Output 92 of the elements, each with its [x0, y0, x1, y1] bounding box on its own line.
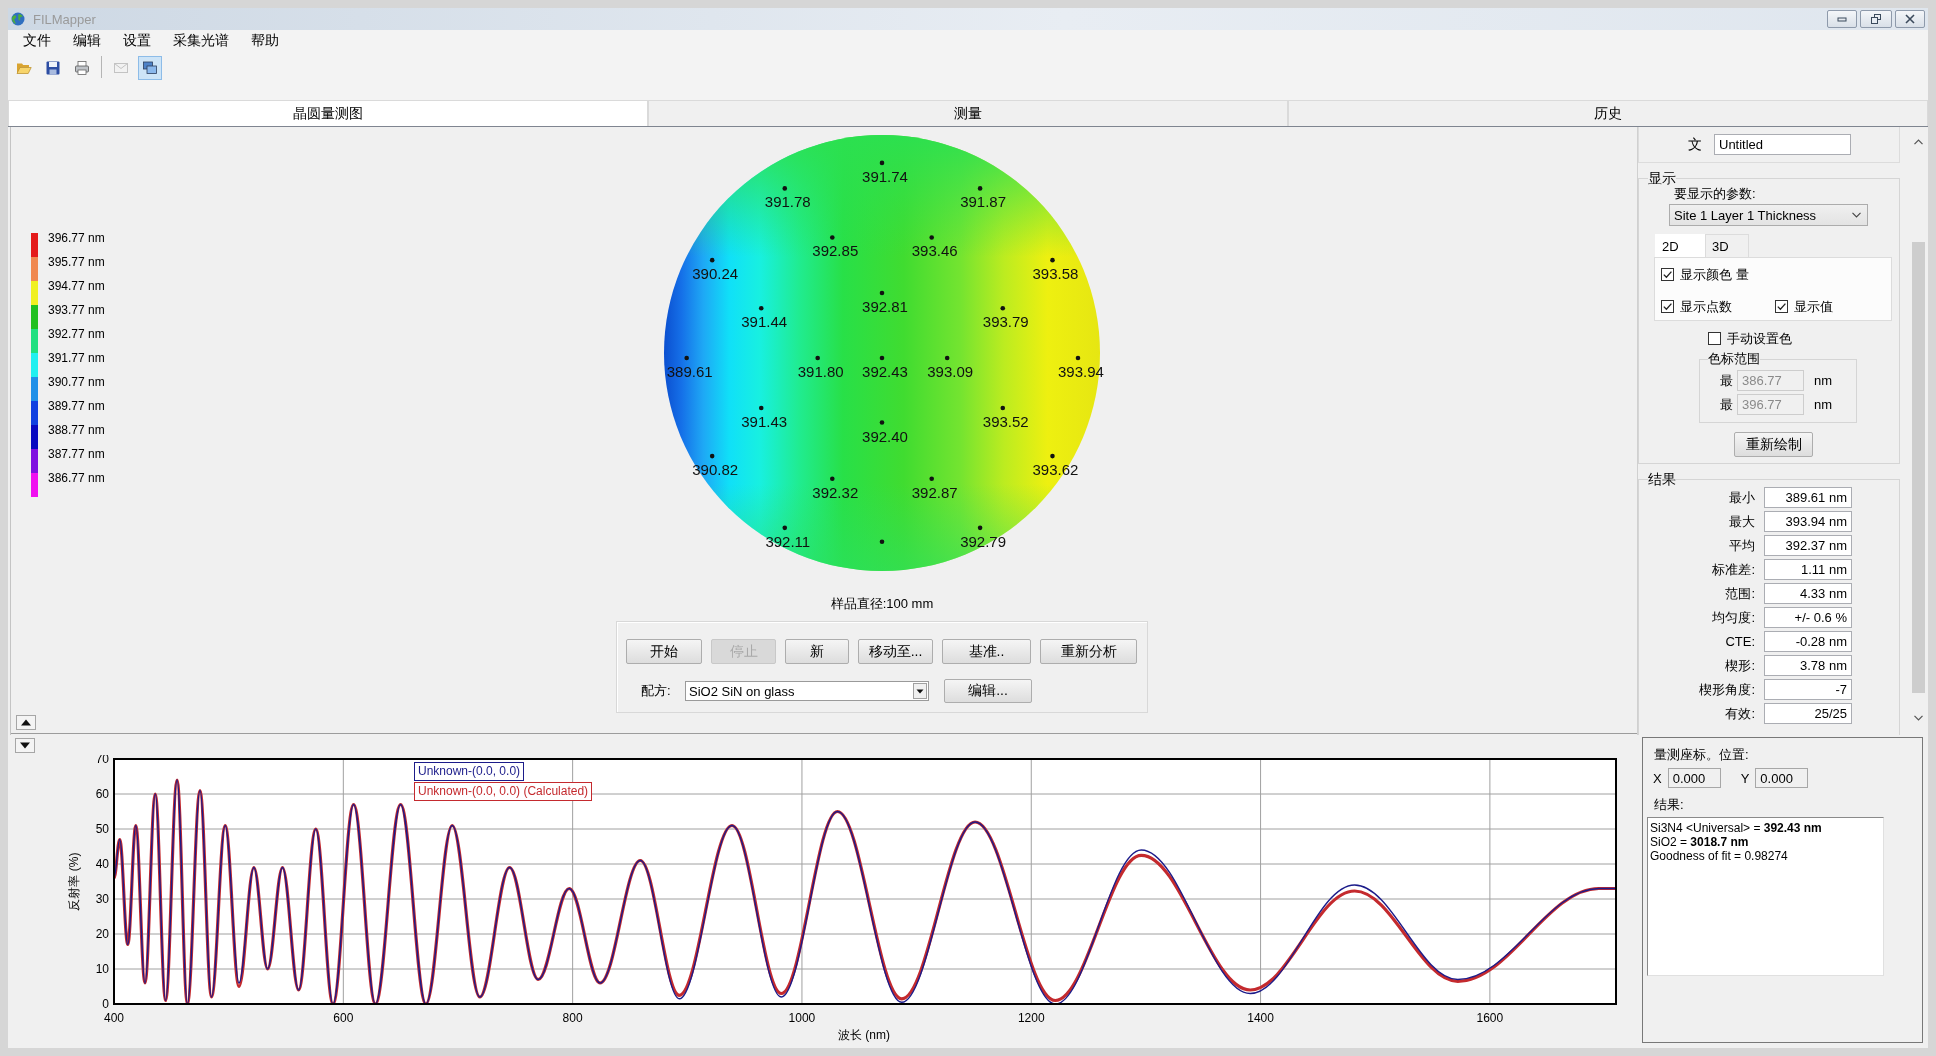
legend-label: 386.77 nm	[48, 471, 105, 485]
result-field: 389.61 nm	[1764, 487, 1852, 508]
tick-label: 50	[95, 822, 109, 836]
site-value: 391.80	[797, 363, 844, 380]
y-label: Y	[1740, 770, 1750, 786]
unit-label: nm	[1814, 397, 1833, 412]
diameter-caption: 样品直径:100 mm	[830, 596, 934, 612]
result-label: 均匀度:	[1711, 608, 1756, 627]
range-label: 最	[1720, 371, 1734, 390]
site-value: 392.87	[911, 483, 958, 501]
legend-label: 391.77 nm	[48, 351, 105, 365]
legend-label: 387.77 nm	[48, 447, 105, 461]
site-value: 391.74	[862, 167, 908, 185]
range-label: 最	[1720, 395, 1734, 414]
legend-label: 389.77 nm	[48, 399, 105, 413]
group-title: 显示	[1648, 170, 1676, 186]
title-label: 文	[1688, 135, 1703, 154]
result-field: +/- 0.6 %	[1764, 607, 1852, 628]
result-line: SiO2 = 3018.7 nm	[1650, 835, 1750, 849]
legend-label: 395.77 nm	[48, 255, 105, 269]
result-line: Goodness of fit = 0.98274	[1650, 849, 1789, 863]
legend-label: 388.77 nm	[48, 423, 105, 437]
site-value: 391.87	[960, 193, 1007, 211]
tick-label: 20	[95, 927, 109, 941]
site-value: 390.24	[692, 265, 739, 283]
legend-label: 390.77 nm	[48, 375, 105, 389]
legend-label: 396.77 nm	[48, 231, 105, 245]
result-label: 平均	[1728, 536, 1756, 555]
tick-label: 600	[333, 1011, 354, 1025]
unit-label: nm	[1814, 373, 1833, 388]
tick-label: 0	[102, 997, 109, 1011]
legend-item: Unknown-(0.0, 0.0) (Calculated)	[414, 782, 593, 801]
site-value: 393.52	[982, 412, 1029, 430]
group-title: 结果	[1648, 471, 1676, 487]
site-value: 393.09	[927, 363, 974, 380]
axis-title: 反射率 (%)	[67, 852, 81, 911]
legend-label: 394.77 nm	[48, 279, 105, 293]
result-label: 标准差:	[1711, 560, 1756, 579]
result-field: 4.33 nm	[1764, 583, 1852, 604]
tick-label: 1600	[1476, 1011, 1504, 1025]
site-value: 389.61	[666, 363, 713, 380]
result-label: 最大	[1728, 512, 1756, 531]
result-field: 3.78 nm	[1764, 655, 1852, 676]
result-label: 楔形:	[1724, 656, 1756, 675]
legend-item: Unknown-(0.0, 0.0)	[414, 762, 525, 781]
x-label: X	[1653, 770, 1662, 786]
site-value: 391.78	[764, 193, 811, 211]
tick-label: 1200	[1017, 1011, 1045, 1025]
tick-label: 1000	[788, 1011, 816, 1025]
tick-label: 1400	[1247, 1011, 1274, 1025]
result-label: CTE:	[1724, 634, 1756, 649]
result-label: 楔形角度:	[1698, 680, 1756, 699]
site-value: 392.85	[812, 242, 859, 260]
site-value: 393.46	[911, 242, 958, 260]
legend-label: 393.77 nm	[48, 303, 105, 317]
parameter-label: 要显示的参数:	[1674, 186, 1757, 202]
checkbox-label: 显示颜色 量	[1680, 265, 1749, 284]
axis-title: 波长 (nm)	[838, 1028, 890, 1042]
site-value: 392.81	[862, 298, 908, 316]
tick-label: 30	[95, 892, 109, 906]
site-value: 392.40	[862, 427, 908, 445]
results-label: 结果:	[1654, 797, 1685, 812]
site-value: 392.43	[862, 363, 908, 380]
site-value: 393.58	[1032, 265, 1079, 283]
position-label: 量测座标。位置:	[1654, 747, 1750, 762]
result-field: 393.94 nm	[1764, 511, 1852, 532]
tick-label: 40	[95, 857, 109, 871]
site-value: 391.43	[741, 412, 788, 430]
result-label: 有效:	[1724, 704, 1756, 723]
checkbox-label: 显示点数	[1680, 297, 1732, 316]
legend-label: 392.77 nm	[48, 327, 105, 341]
window-title: FILMapper	[33, 11, 97, 27]
site-value: 393.79	[982, 313, 1029, 331]
tick-label: 800	[562, 1011, 583, 1025]
site-value: 392.32	[812, 483, 859, 501]
result-field: -0.28 nm	[1764, 631, 1852, 652]
group-title: 色标范围	[1708, 351, 1760, 367]
result-field: 25/25	[1764, 703, 1852, 724]
result-line: Si3N4 <Universal> = 392.43 nm	[1650, 821, 1823, 835]
recipe-label: 配方:	[641, 682, 672, 700]
tick-label: 10	[95, 962, 109, 976]
tick-label: 400	[104, 1011, 124, 1025]
tick-label: 60	[95, 787, 109, 801]
tick-label: 70	[95, 755, 109, 766]
site-value: 391.44	[741, 313, 788, 331]
checkbox-label: 手动设置色	[1727, 329, 1792, 348]
result-label: 最小	[1728, 488, 1756, 507]
result-field: 1.11 nm	[1764, 559, 1852, 580]
checkbox-label: 显示值	[1794, 297, 1833, 316]
result-field: 392.37 nm	[1764, 535, 1852, 556]
result-label: 范围:	[1724, 584, 1756, 603]
result-field: -7	[1764, 679, 1852, 700]
